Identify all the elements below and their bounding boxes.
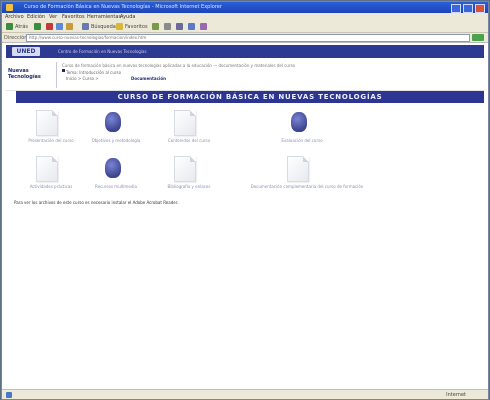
menu-item-ver[interactable]: Ver	[49, 14, 57, 20]
address-bar: Dirección http://www.curso-nuevas-tecnol…	[2, 33, 488, 43]
address-label: Dirección	[4, 35, 28, 41]
document-icon[interactable]	[36, 156, 58, 182]
menu-item-ayuda[interactable]: Ayuda	[120, 14, 135, 20]
item-label[interactable]: Contenidos del curso	[139, 138, 239, 143]
section-description: Curso de formación básica en nuevas tecn…	[62, 63, 296, 68]
close-button[interactable]	[475, 4, 485, 13]
item-label[interactable]: Evaluación del curso	[252, 138, 352, 143]
topic-line: Tema: Introducción al curso	[66, 70, 122, 75]
document-icon[interactable]	[36, 110, 58, 136]
site-banner: UNED Centro de Formación en Nuevas Tecno…	[6, 45, 484, 58]
window-title: Curso de Formación Básica en Nuevas Tecn…	[24, 4, 222, 10]
banner-text: Centro de Formación en Nuevas Tecnología…	[58, 49, 147, 54]
menu-bar: Archivo Edición Ver Favoritos Herramient…	[2, 13, 488, 21]
favorites-label[interactable]: Favoritos	[125, 24, 148, 30]
page-icon	[6, 392, 12, 398]
window-controls	[451, 4, 485, 13]
home-icon[interactable]	[66, 23, 73, 30]
nav-divider	[56, 62, 57, 88]
document-icon[interactable]	[174, 110, 196, 136]
footnote-text: Para ver los archivos de este curso es n…	[14, 200, 179, 205]
stop-icon[interactable]	[46, 23, 53, 30]
site-logo[interactable]: UNED	[12, 47, 40, 56]
maximize-button[interactable]	[463, 4, 473, 13]
minimize-button[interactable]	[451, 4, 461, 13]
course-item-3[interactable]: Contenidos del curso	[139, 110, 239, 148]
favorites-icon[interactable]	[116, 23, 123, 30]
course-item-7[interactable]: Bibliografía y enlaces	[139, 156, 239, 194]
menu-item-edicion[interactable]: Edición	[27, 14, 45, 20]
browser-window: Curso de Formación Básica en Nuevas Tecn…	[1, 1, 489, 400]
seal-icon[interactable]	[105, 112, 121, 132]
toolbar: Atrás Búsqueda Favoritos	[2, 21, 488, 33]
title-bar: Curso de Formación Básica en Nuevas Tecn…	[2, 2, 488, 13]
messenger-icon[interactable]	[200, 23, 207, 30]
menu-item-herramientas[interactable]: Herramientas	[87, 14, 121, 20]
menu-item-favoritos[interactable]: Favoritos	[62, 14, 85, 20]
search-icon[interactable]	[82, 23, 89, 30]
refresh-icon[interactable]	[56, 23, 63, 30]
document-icon[interactable]	[174, 156, 196, 182]
print-icon[interactable]	[176, 23, 183, 30]
document-icon[interactable]	[287, 156, 309, 182]
item-label[interactable]: Documentación complementaria del curso d…	[232, 184, 382, 189]
search-label[interactable]: Búsqueda	[91, 24, 116, 30]
back-icon[interactable]	[6, 23, 13, 30]
address-input[interactable]: http://www.curso-nuevas-tecnologias/form…	[26, 34, 470, 42]
menu-item-archivo[interactable]: Archivo	[5, 14, 24, 20]
course-item-4[interactable]: Evaluación del curso	[252, 110, 352, 148]
course-title: CURSO DE FORMACIÓN BÁSICA EN NUEVAS TECN…	[16, 91, 484, 103]
section-label: Nuevas Tecnologías	[8, 68, 41, 80]
item-label[interactable]: Bibliografía y enlaces	[139, 184, 239, 189]
bullet-icon	[62, 69, 65, 72]
back-label[interactable]: Atrás	[15, 24, 28, 30]
breadcrumb: Inicio > Curso >	[66, 76, 99, 81]
nav-header: Nuevas Tecnologías Curso de formación bá…	[6, 60, 484, 91]
documentation-link[interactable]: Documentación	[131, 76, 166, 81]
go-button[interactable]	[472, 34, 484, 41]
seal-icon[interactable]	[105, 158, 121, 178]
course-item-8[interactable]: Documentación complementaria del curso d…	[232, 156, 382, 194]
mail-icon[interactable]	[164, 23, 171, 30]
edit-icon[interactable]	[188, 23, 195, 30]
seal-icon[interactable]	[291, 112, 307, 132]
zone-label: Internet	[446, 392, 466, 398]
history-icon[interactable]	[152, 23, 159, 30]
ie-app-icon	[6, 4, 13, 11]
forward-icon[interactable]	[34, 23, 41, 30]
status-bar: Internet	[2, 389, 488, 399]
